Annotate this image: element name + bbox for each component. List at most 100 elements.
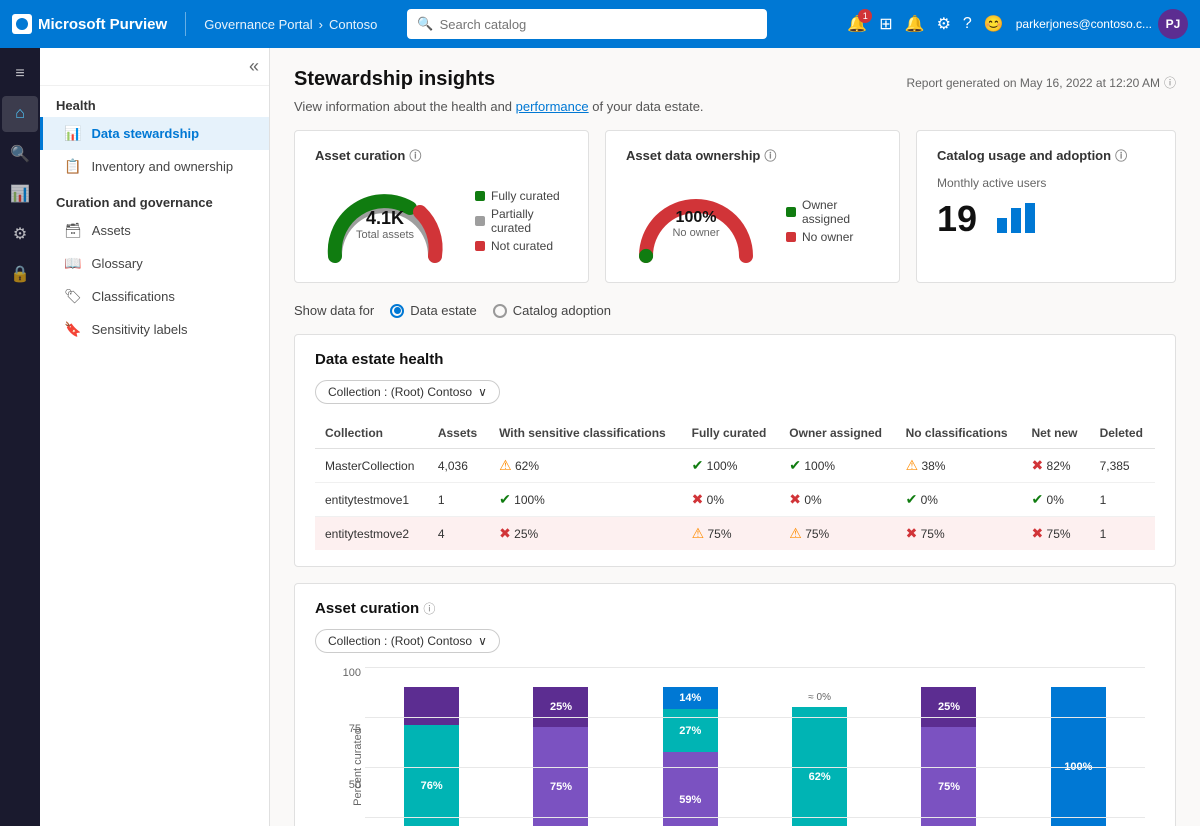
ownership-pct: 100% [672, 209, 719, 227]
asset-ownership-donut: 100% No owner [626, 176, 766, 266]
nav-divider [185, 12, 186, 36]
notification-icon[interactable]: 🔔 1 [847, 14, 867, 34]
rail-management[interactable]: ⚙ [2, 216, 38, 252]
sidebar-curation-label: Curation and governance [40, 183, 269, 214]
page-title: Stewardship insights [294, 68, 495, 91]
cell-deleted: 1 [1090, 483, 1155, 517]
grid-line-100 [365, 667, 1145, 668]
bar-group: 100% [1022, 667, 1135, 826]
search-bar[interactable]: 🔍 [407, 9, 767, 39]
summary-cards: Asset curation ⓘ [294, 130, 1176, 283]
bar-chart: 100 75 50 25 Percent curated [365, 667, 1145, 826]
ownership-info-icon: ⓘ [764, 147, 776, 164]
show-for-label: Show data for [294, 303, 374, 318]
total-assets-label: Total assets [356, 229, 414, 241]
status-err-icon: ✖ [906, 525, 918, 542]
radio-catalog-adoption-circle [493, 304, 507, 318]
asset-curation-legend: Fully curated Partially curated Not cura… [475, 189, 568, 253]
sidebar-item-label: Inventory and ownership [91, 159, 233, 174]
bar-chart-icon [997, 198, 1037, 240]
rail-home[interactable]: ⌂ [2, 96, 38, 132]
asset-curation-section-title: Asset curation ⓘ [315, 600, 1155, 617]
sidebar-header: « [40, 48, 269, 86]
data-estate-health-title: Data estate health [315, 351, 1155, 368]
search-input[interactable] [440, 17, 758, 32]
bar-group: ≈ 0%62% [763, 667, 876, 826]
monthly-value: 19 [937, 198, 977, 240]
sidebar-item-sensitivity-labels[interactable]: 🔖 Sensitivity labels [40, 313, 269, 346]
sidebar: « Health 📊 Data stewardship 📋 Inventory … [40, 48, 270, 826]
assets-icon: 🗃 [64, 222, 82, 239]
performance-link[interactable]: performance [516, 99, 589, 114]
breadcrumb-separator: › [319, 17, 323, 32]
asset-ownership-legend: Owner assigned No owner [786, 198, 879, 244]
rail-policy[interactable]: 🔒 [2, 256, 38, 292]
sidebar-item-inventory[interactable]: 📋 Inventory and ownership [40, 150, 269, 183]
sidebar-item-label: Data stewardship [91, 126, 199, 141]
sidebar-collapse-button[interactable]: « [249, 56, 259, 77]
sidebar-item-classifications[interactable]: 🏷 Classifications [40, 280, 269, 313]
cell-deleted: 7,385 [1090, 449, 1155, 483]
bar-group: 25%75% [504, 667, 617, 826]
avatar[interactable]: PJ [1158, 9, 1188, 39]
cell-sensitive: ⚠ 62% [489, 449, 682, 483]
status-ok-icon: ✔ [1031, 491, 1043, 508]
sensitivity-icon: 🔖 [64, 321, 81, 338]
bar-group: 25%75% [892, 667, 1005, 826]
cell-no-class: ✔ 0% [896, 483, 1022, 517]
cell-no-class: ✖ 75% [896, 517, 1022, 551]
portal-name: Governance Portal [204, 17, 312, 32]
asset-ownership-card: Asset data ownership ⓘ 100% No owner [605, 130, 900, 283]
sidebar-health-label: Health [40, 86, 269, 117]
status-err-icon: ✖ [692, 491, 704, 508]
status-err-icon: ✖ [1031, 525, 1043, 542]
sidebar-item-label: Sensitivity labels [91, 322, 187, 337]
rail-catalog[interactable]: 🔍 [2, 136, 38, 172]
asset-curation-donut: 4.1K Total assets [315, 176, 455, 266]
status-ok-icon: ✔ [906, 491, 918, 508]
data-estate-health-section: Data estate health Collection : (Root) C… [294, 334, 1176, 567]
report-info-icon: ⓘ [1164, 74, 1176, 91]
radio-data-estate[interactable]: Data estate [390, 303, 477, 318]
sidebar-item-data-stewardship[interactable]: 📊 Data stewardship [40, 117, 269, 150]
grid-line-25 [365, 817, 1145, 818]
cell-sensitive: ✖ 25% [489, 517, 682, 551]
status-err-icon: ✖ [499, 525, 511, 542]
sidebar-item-glossary[interactable]: 📖 Glossary [40, 247, 269, 280]
alert-icon[interactable]: 🔔 [905, 14, 925, 34]
rail-menu[interactable]: ≡ [2, 56, 38, 92]
cell-deleted: 1 [1090, 517, 1155, 551]
sidebar-item-assets[interactable]: 🗃 Assets [40, 214, 269, 247]
page-subtitle: View information about the health and pe… [294, 99, 1176, 114]
top-nav: Microsoft Purview Governance Portal › Co… [0, 0, 1200, 48]
cell-owner: ✔ 100% [779, 449, 895, 483]
status-ok-icon: ✔ [499, 491, 511, 508]
radio-catalog-adoption[interactable]: Catalog adoption [493, 303, 611, 318]
sidebar-item-label: Glossary [91, 256, 142, 271]
total-assets-value: 4.1K [356, 208, 414, 229]
table-row: entitytestmove2 4 ✖ 25% ⚠ 75% ⚠ 75% ✖ 75… [315, 517, 1155, 551]
status-warn-icon: ⚠ [789, 525, 802, 542]
brand-logo: Microsoft Purview [12, 14, 167, 34]
search-icon: 🔍 [417, 16, 433, 32]
cell-assets: 4,036 [428, 449, 489, 483]
status-warn-icon: ⚠ [499, 457, 512, 474]
icon-rail: ≡ ⌂ 🔍 📊 ⚙ 🔒 [0, 48, 40, 826]
asset-curation-info-icon: ⓘ [409, 147, 421, 164]
collection-badge[interactable]: Collection : (Root) Contoso ∨ [315, 380, 500, 404]
table-row: entitytestmove1 1 ✔ 100% ✖ 0% ✖ 0% ✔ 0% … [315, 483, 1155, 517]
grid-line-75 [365, 717, 1145, 718]
feedback-icon[interactable]: 😊 [984, 14, 1004, 34]
col-deleted: Deleted [1090, 418, 1155, 449]
apps-icon[interactable]: ⊞ [879, 14, 892, 34]
rail-insights[interactable]: 📊 [2, 176, 38, 212]
breadcrumb: Governance Portal › Contoso [204, 17, 377, 32]
asset-curation-collection-badge[interactable]: Collection : (Root) Contoso ∨ [315, 629, 500, 653]
asset-curation-title: Asset curation [315, 148, 405, 163]
col-collection: Collection [315, 418, 428, 449]
grid-line-50 [365, 767, 1145, 768]
inventory-icon: 📋 [64, 158, 81, 175]
settings-icon[interactable]: ⚙ [937, 14, 951, 34]
status-ok-icon: ✔ [789, 457, 801, 474]
help-icon[interactable]: ? [963, 15, 972, 33]
